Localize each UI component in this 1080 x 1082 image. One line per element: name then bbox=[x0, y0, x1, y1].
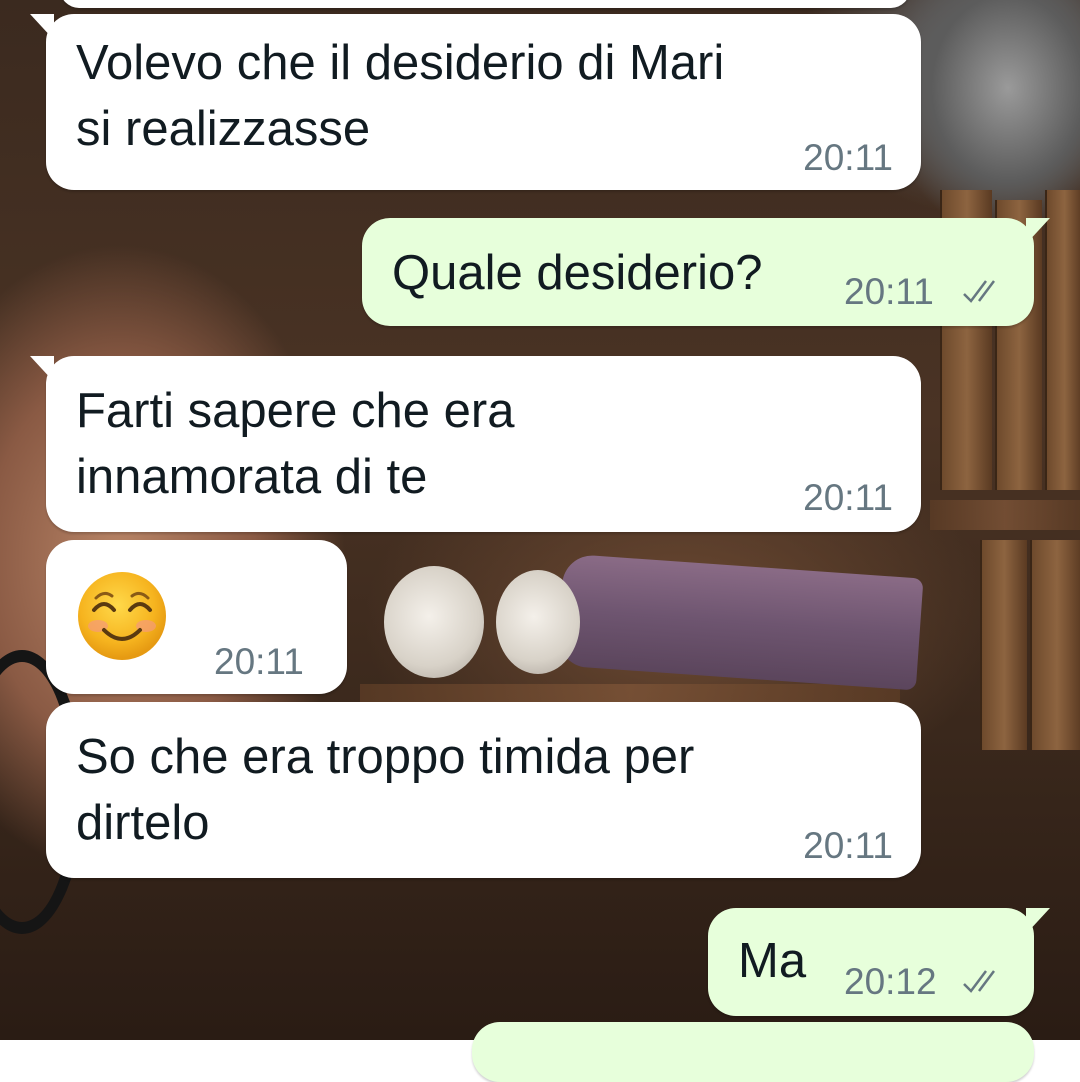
message-text: Quale desiderio? bbox=[392, 246, 763, 300]
message-timestamp: 20:11 bbox=[803, 477, 893, 518]
wallpaper-hair-detail bbox=[900, 0, 1080, 220]
wallpaper-book bbox=[980, 540, 1027, 750]
read-double-check-icon bbox=[963, 280, 995, 303]
message-bubble-incoming[interactable]: Volevo che il desiderio di Mari si reali… bbox=[30, 14, 921, 190]
message-bubble-incoming[interactable]: Farti sapere che era innamorata di te 20… bbox=[30, 356, 921, 532]
message-bubble-outgoing-partial[interactable] bbox=[472, 1022, 1034, 1082]
message-timestamp: 20:11 bbox=[214, 641, 304, 682]
smiling-face-with-smiling-eyes-emoji bbox=[78, 572, 166, 660]
message-bubble-partial bbox=[60, 0, 910, 8]
message-bubble-incoming[interactable]: 20:11 bbox=[46, 540, 347, 694]
message-timestamp: 20:11 bbox=[803, 137, 893, 178]
wallpaper-tube-cap bbox=[496, 570, 580, 674]
read-double-check-icon bbox=[963, 970, 995, 993]
wallpaper-tube-cap bbox=[384, 566, 484, 678]
message-timestamp: 20:11 bbox=[844, 271, 934, 312]
wallpaper-toothpaste-tube bbox=[556, 553, 924, 691]
message-text: Ma bbox=[738, 934, 807, 988]
message-bubble-outgoing[interactable]: Ma 20:12 bbox=[708, 908, 1050, 1016]
wallpaper-shelf bbox=[930, 500, 1080, 530]
wallpaper-book bbox=[1045, 190, 1080, 490]
wallpaper-book bbox=[1030, 540, 1080, 750]
message-text: Farti sapere che era innamorata di te bbox=[76, 384, 515, 504]
message-bubble-outgoing[interactable]: Quale desiderio? 20:11 bbox=[362, 218, 1050, 326]
message-text: So che era troppo timida per dirtelo bbox=[76, 730, 695, 850]
message-bubble-incoming[interactable]: So che era troppo timida per dirtelo 20:… bbox=[46, 702, 921, 878]
message-timestamp: 20:12 bbox=[844, 961, 937, 1002]
message-text: Volevo che il desiderio di Mari si reali… bbox=[76, 36, 725, 156]
message-timestamp: 20:11 bbox=[803, 825, 893, 866]
